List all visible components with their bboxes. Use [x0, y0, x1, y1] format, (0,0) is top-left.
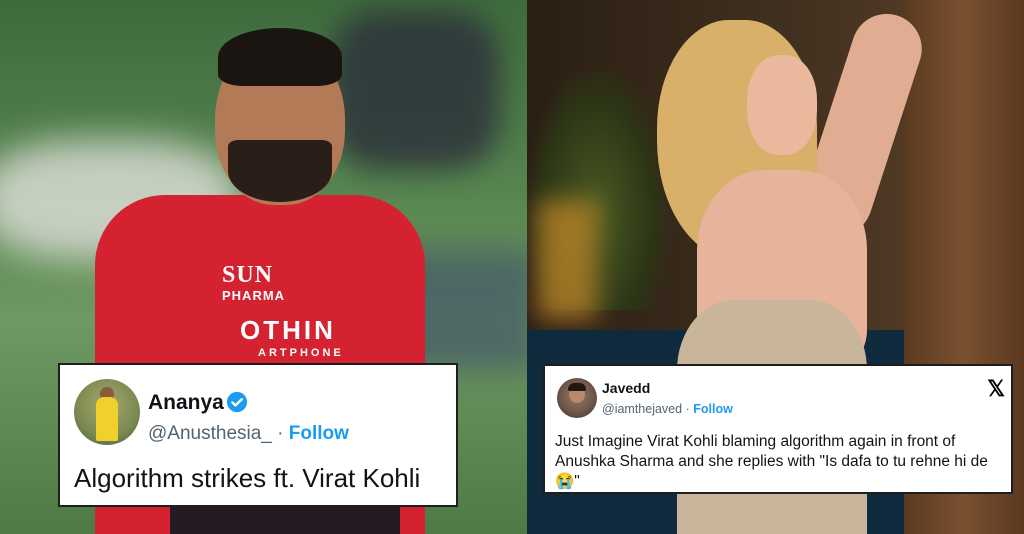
tweet-text: Algorithm strikes ft. Virat Kohli [74, 463, 421, 493]
follow-button[interactable]: Follow [289, 423, 349, 444]
display-name[interactable]: Javedd [602, 380, 650, 396]
verified-badge-icon [226, 391, 248, 413]
player-beard [228, 140, 332, 202]
woman-face [747, 55, 817, 155]
x-logo-icon[interactable]: 𝕏 [987, 376, 1005, 402]
avatar-icon[interactable] [74, 379, 140, 445]
background-blur [330, 10, 500, 170]
jersey-sponsor-text: OTHIN [240, 315, 336, 345]
tweet-text: Just Imagine Virat Kohli blaming algorit… [555, 433, 988, 490]
separator: · [277, 423, 284, 444]
handle-line: @Anusthesia_ · Follow [148, 423, 349, 445]
handle[interactable]: @Anusthesia_ [148, 423, 272, 444]
jersey-sponsor-text: PHARMA [222, 288, 286, 303]
player-hair [218, 28, 342, 86]
jersey-sponsor-text: SUN [222, 262, 274, 288]
follow-button[interactable]: Follow [693, 402, 733, 416]
jersey-sponsor-text: ARTPHONE [258, 347, 344, 359]
tweet-card-javedd: Javedd @iamthejaved · Follow 𝕏 Just Imag… [543, 364, 1013, 494]
tweet-card-ananya: Ananya @Anusthesia_ · Follow Algorithm s… [58, 363, 458, 507]
separator: · [685, 402, 690, 416]
handle-line: @iamthejaved · Follow [602, 402, 733, 416]
lamp-glow [537, 200, 597, 320]
handle[interactable]: @iamthejaved [602, 402, 682, 416]
avatar-icon[interactable] [557, 378, 597, 418]
display-name[interactable]: Ananya [148, 391, 224, 415]
